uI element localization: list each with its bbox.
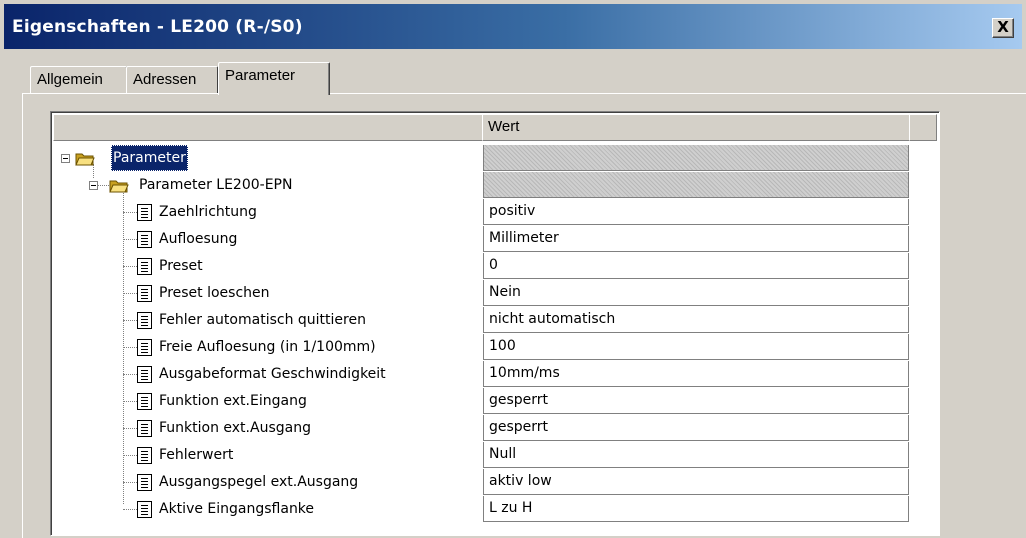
param-value[interactable]: L zu H xyxy=(483,496,909,522)
document-list-icon xyxy=(137,447,152,464)
param-name-cell: Ausgangspegel ext.Ausgang xyxy=(51,469,483,496)
tab-adressen[interactable]: Adressen xyxy=(126,66,218,93)
param-name-cell: Fehler automatisch quittieren xyxy=(51,307,483,334)
tree-row-root[interactable]: Parameter xyxy=(51,145,939,172)
document-list-icon xyxy=(137,312,152,329)
param-name-cell: Preset loeschen xyxy=(51,280,483,307)
tab-parameter[interactable]: Parameter xyxy=(218,62,330,95)
window-title: Eigenschaften - LE200 (R-/S0) xyxy=(12,17,303,37)
tree-line xyxy=(123,455,137,456)
tree-label-group[interactable]: Parameter LE200-EPN xyxy=(137,172,294,198)
tree-row-group[interactable]: Parameter LE200-EPN xyxy=(51,172,939,199)
param-row[interactable]: Zaehlrichtung positiv xyxy=(51,199,939,226)
parameter-grid[interactable]: Wert Parameter Parameter LE200-EPN Zaehl… xyxy=(50,111,940,536)
column-header-value[interactable]: Wert xyxy=(482,114,910,141)
param-value[interactable]: 10mm/ms xyxy=(483,361,909,387)
param-name-cell: Preset xyxy=(51,253,483,280)
param-name[interactable]: Zaehlrichtung xyxy=(157,199,259,225)
param-name[interactable]: Fehlerwert xyxy=(157,442,235,468)
close-button[interactable]: X xyxy=(992,18,1014,38)
tab-allgemein[interactable]: Allgemein xyxy=(30,66,127,93)
value-cell-empty xyxy=(483,145,909,171)
title-bar[interactable]: Eigenschaften - LE200 (R-/S0) X xyxy=(4,4,1022,49)
param-name[interactable]: Funktion ext.Eingang xyxy=(157,388,309,414)
tree-line xyxy=(123,320,137,321)
param-row[interactable]: Ausgangspegel ext.Ausgang aktiv low xyxy=(51,469,939,496)
param-name-cell: Zaehlrichtung xyxy=(51,199,483,226)
tree-line xyxy=(123,482,137,483)
param-value[interactable]: Null xyxy=(483,442,909,468)
column-header-filler xyxy=(909,114,937,141)
param-name-cell: Fehlerwert xyxy=(51,442,483,469)
value-cell-empty xyxy=(483,172,909,198)
param-name[interactable]: Preset xyxy=(157,253,205,279)
tree-label-root[interactable]: Parameter xyxy=(111,145,188,171)
param-row[interactable]: Fehlerwert Null xyxy=(51,442,939,469)
document-list-icon xyxy=(137,231,152,248)
tree-line xyxy=(123,266,137,267)
tree-line xyxy=(123,347,137,348)
param-name-cell: Funktion ext.Ausgang xyxy=(51,415,483,442)
document-list-icon xyxy=(137,474,152,491)
param-row[interactable]: Aufloesung Millimeter xyxy=(51,226,939,253)
column-header-name[interactable] xyxy=(53,114,483,141)
document-list-icon xyxy=(137,339,152,356)
param-row[interactable]: Preset 0 xyxy=(51,253,939,280)
param-name-cell: Funktion ext.Eingang xyxy=(51,388,483,415)
param-value[interactable]: gesperrt xyxy=(483,415,909,441)
param-name[interactable]: Fehler automatisch quittieren xyxy=(157,307,368,333)
tree-line xyxy=(123,428,137,429)
param-value[interactable]: gesperrt xyxy=(483,388,909,414)
tree-rows: Parameter Parameter LE200-EPN Zaehlricht… xyxy=(51,145,939,523)
document-list-icon xyxy=(137,501,152,518)
document-list-icon xyxy=(137,420,152,437)
tree-line xyxy=(123,239,137,240)
param-name[interactable]: Preset loeschen xyxy=(157,280,272,306)
param-row[interactable]: Ausgabeformat Geschwindigkeit 10mm/ms xyxy=(51,361,939,388)
document-list-icon xyxy=(137,285,152,302)
document-list-icon xyxy=(137,204,152,221)
collapse-minus-icon[interactable] xyxy=(89,181,98,190)
collapse-minus-icon[interactable] xyxy=(61,154,70,163)
param-row[interactable]: Funktion ext.Eingang gesperrt xyxy=(51,388,939,415)
param-value[interactable]: Nein xyxy=(483,280,909,306)
param-name[interactable]: Aktive Eingangsflanke xyxy=(157,496,316,522)
tree-line xyxy=(123,293,137,294)
param-name[interactable]: Ausgabeformat Geschwindigkeit xyxy=(157,361,388,387)
param-value[interactable]: 100 xyxy=(483,334,909,360)
param-row[interactable]: Funktion ext.Ausgang gesperrt xyxy=(51,415,939,442)
param-name[interactable]: Aufloesung xyxy=(157,226,239,252)
param-value[interactable]: aktiv low xyxy=(483,469,909,495)
tree-line xyxy=(123,401,137,402)
document-list-icon xyxy=(137,366,152,383)
param-name-cell: Ausgabeformat Geschwindigkeit xyxy=(51,361,483,388)
document-list-icon xyxy=(137,258,152,275)
param-rows: Zaehlrichtung positiv Aufloesung Millimeter… xyxy=(51,199,939,523)
param-name[interactable]: Freie Aufloesung (in 1/100mm) xyxy=(157,334,378,360)
tree-line xyxy=(123,374,137,375)
param-name-cell: Freie Aufloesung (in 1/100mm) xyxy=(51,334,483,361)
param-row[interactable]: Freie Aufloesung (in 1/100mm) 100 xyxy=(51,334,939,361)
tree-line xyxy=(123,212,137,213)
param-row[interactable]: Fehler automatisch quittieren nicht autom… xyxy=(51,307,939,334)
param-name[interactable]: Ausgangspegel ext.Ausgang xyxy=(157,469,360,495)
param-row[interactable]: Preset loeschen Nein xyxy=(51,280,939,307)
param-value[interactable]: nicht automatisch xyxy=(483,307,909,333)
param-value[interactable]: 0 xyxy=(483,253,909,279)
tree-line xyxy=(123,509,137,510)
document-list-icon xyxy=(137,393,152,410)
param-name[interactable]: Funktion ext.Ausgang xyxy=(157,415,313,441)
param-name-cell: Aufloesung xyxy=(51,226,483,253)
param-value[interactable]: positiv xyxy=(483,199,909,225)
open-folder-icon xyxy=(75,153,95,166)
param-name-cell: Aktive Eingangsflanke xyxy=(51,496,483,523)
param-row[interactable]: Aktive Eingangsflanke L zu H xyxy=(51,496,939,523)
param-value[interactable]: Millimeter xyxy=(483,226,909,252)
open-folder-icon xyxy=(109,180,129,193)
